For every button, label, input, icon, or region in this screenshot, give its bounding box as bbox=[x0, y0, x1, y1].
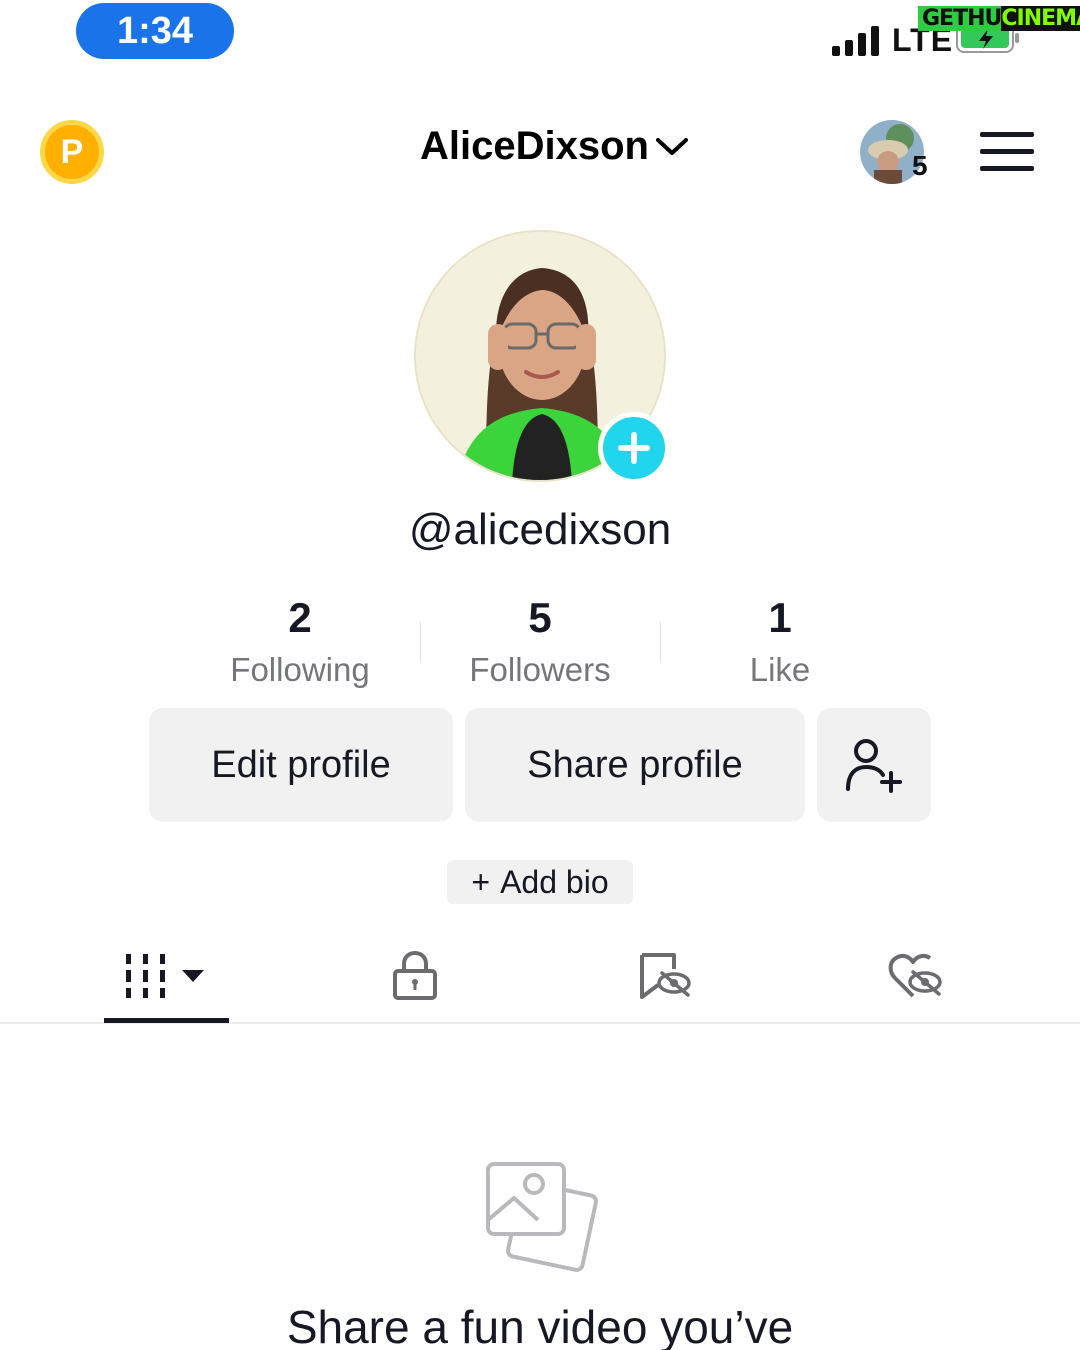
stat-following[interactable]: 2 Following bbox=[180, 592, 420, 692]
profile-handle: @alicedixson bbox=[408, 505, 672, 554]
add-bio-plus: + bbox=[471, 863, 491, 900]
edit-profile-button[interactable]: Edit profile bbox=[149, 708, 453, 822]
stat-likes[interactable]: 1 Like bbox=[660, 592, 900, 692]
stat-followers[interactable]: 5 Followers bbox=[420, 592, 660, 692]
profile-tabs bbox=[0, 930, 1080, 1024]
chevron-down-icon bbox=[655, 137, 688, 155]
watermark-left: GETHU bbox=[922, 6, 1002, 31]
watermark-right: CINEMA bbox=[1001, 6, 1080, 31]
status-bar: 1:34 LTE GETHUCINEMA bbox=[0, 0, 1080, 70]
stat-value: 1 bbox=[768, 594, 792, 641]
friends-count-badge: 5 bbox=[912, 150, 928, 181]
stat-label: Following bbox=[230, 651, 370, 688]
tab-liked[interactable] bbox=[870, 930, 960, 1022]
tab-videos[interactable] bbox=[104, 930, 228, 1022]
empty-state-text: Share a fun video you’ve bbox=[286, 1301, 794, 1350]
add-photo-button[interactable] bbox=[598, 412, 670, 484]
cellular-signal-icon bbox=[832, 26, 879, 56]
profile-stats: 2 Following 5 Followers 1 Like bbox=[180, 592, 900, 692]
reposts-hidden-icon bbox=[640, 953, 691, 999]
share-profile-button[interactable]: Share profile bbox=[465, 708, 805, 822]
watermark-logo: GETHUCINEMA bbox=[918, 6, 1080, 31]
share-profile-label: Share profile bbox=[527, 743, 743, 786]
videos-grid-icon bbox=[126, 954, 204, 998]
stat-label: Followers bbox=[469, 651, 611, 688]
liked-hidden-icon bbox=[888, 953, 942, 998]
edit-profile-label: Edit profile bbox=[211, 743, 391, 786]
coins-button[interactable]: P bbox=[40, 120, 104, 184]
menu-icon[interactable] bbox=[980, 132, 1034, 172]
add-bio-button[interactable]: + Add bio bbox=[447, 860, 633, 904]
tab-reposts[interactable] bbox=[620, 930, 710, 1022]
add-bio-label: Add bio bbox=[500, 863, 609, 900]
account-switcher[interactable]: AliceDixson bbox=[420, 124, 689, 169]
photos-icon bbox=[486, 1162, 598, 1272]
lock-icon bbox=[393, 951, 437, 1000]
account-username: AliceDixson bbox=[420, 124, 649, 168]
stat-label: Like bbox=[749, 651, 811, 688]
stat-value: 5 bbox=[528, 594, 552, 641]
add-friends-button[interactable] bbox=[817, 708, 931, 822]
plus-icon bbox=[618, 432, 650, 464]
add-user-icon bbox=[846, 739, 902, 793]
status-time[interactable]: 1:34 bbox=[76, 3, 234, 59]
coin-letter: P bbox=[60, 132, 84, 171]
tab-private[interactable] bbox=[370, 930, 460, 1022]
stat-value: 2 bbox=[288, 594, 312, 641]
active-tab-indicator bbox=[104, 1018, 229, 1023]
